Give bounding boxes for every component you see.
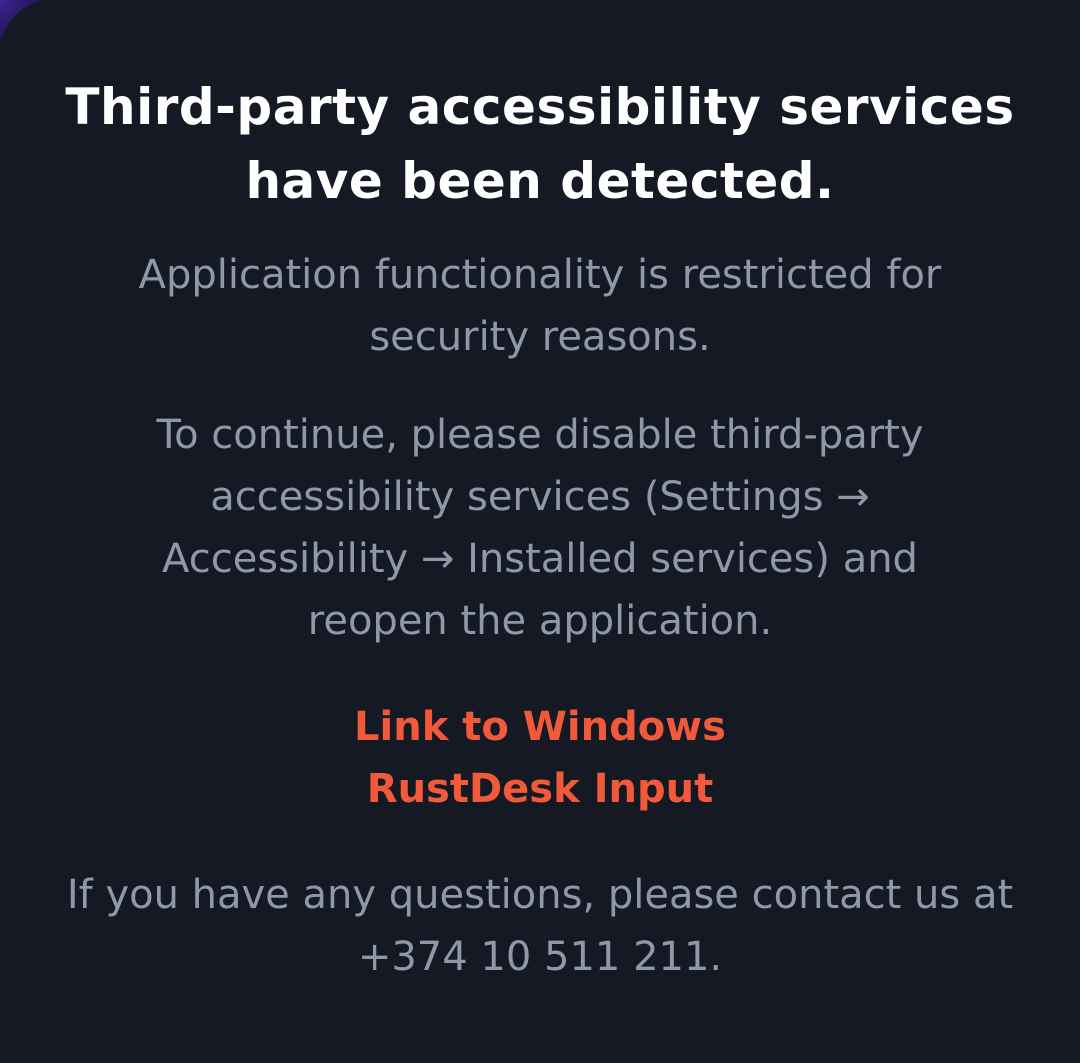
dialog-title: Third-party accessibility services have … xyxy=(65,78,1015,210)
service-link-rustdesk-input[interactable]: RustDesk Input xyxy=(240,758,840,820)
restriction-message: Application functionality is restricted … xyxy=(138,252,942,360)
instruction-message: To continue, please disable third-party … xyxy=(156,412,924,644)
detected-services-list: Link to Windows RustDesk Input xyxy=(240,696,840,820)
contact-message: If you have any questions, please contac… xyxy=(66,872,1014,980)
security-warning-sheet: Third-party accessibility services have … xyxy=(0,0,1080,1063)
service-link-link-to-windows[interactable]: Link to Windows xyxy=(240,696,840,758)
